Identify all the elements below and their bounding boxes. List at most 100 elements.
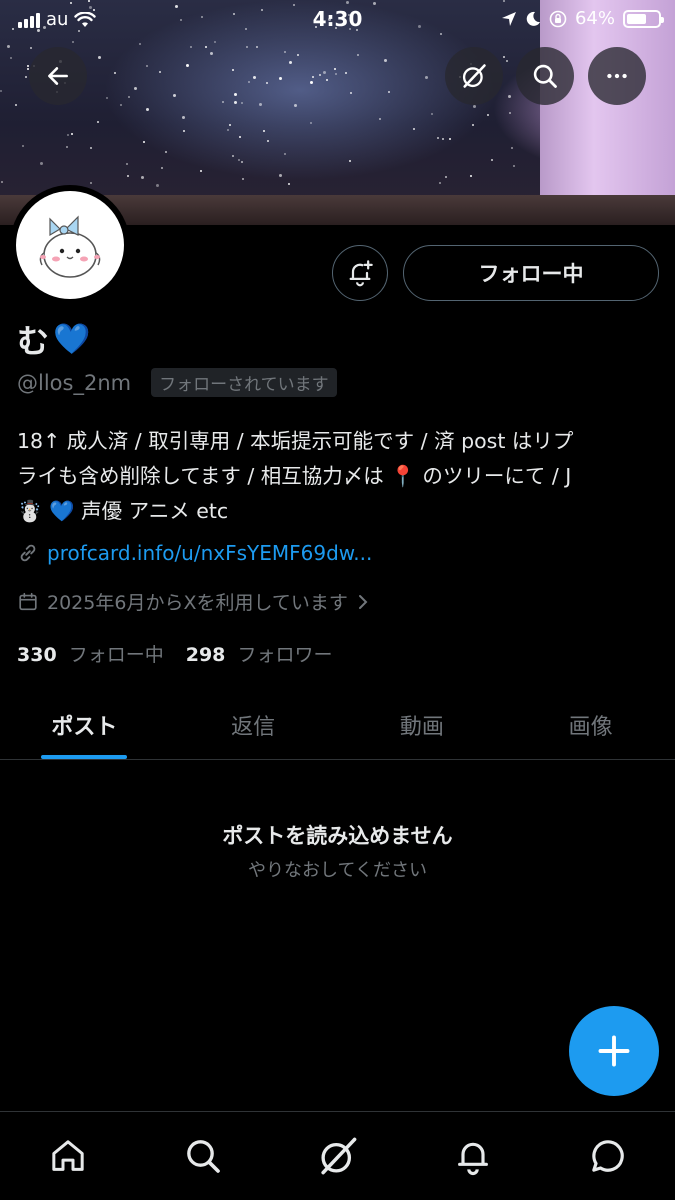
more-button[interactable] bbox=[588, 47, 646, 105]
banner-star bbox=[126, 163, 128, 165]
banner-star bbox=[186, 64, 189, 67]
nav-home[interactable] bbox=[0, 1112, 135, 1200]
following-count: 330 bbox=[17, 644, 57, 666]
followers-count-link[interactable]: 298 フォロワー bbox=[186, 640, 333, 667]
avatar-image bbox=[16, 191, 124, 299]
joined-row[interactable]: 2025年6月からXを利用しています bbox=[17, 588, 370, 615]
banner-star bbox=[210, 52, 213, 55]
banner-star bbox=[146, 65, 148, 67]
profile-link[interactable]: profcard.info/u/nxFsYEMF69dw... bbox=[47, 541, 372, 565]
banner-star bbox=[345, 72, 347, 74]
banner-star bbox=[288, 183, 290, 185]
banner-star bbox=[241, 161, 243, 163]
following-button[interactable]: フォロー中 bbox=[403, 245, 659, 301]
tab-images[interactable]: 画像 bbox=[506, 690, 675, 759]
banner-star bbox=[326, 79, 328, 81]
banner-star bbox=[141, 176, 144, 179]
banner-star bbox=[106, 97, 108, 99]
banner-star bbox=[214, 41, 216, 43]
banner-star bbox=[159, 71, 161, 73]
nav-search[interactable] bbox=[135, 1112, 270, 1200]
banner-star bbox=[239, 136, 241, 138]
banner-star bbox=[449, 138, 451, 140]
banner-star bbox=[114, 72, 116, 74]
tab-videos[interactable]: 動画 bbox=[338, 690, 507, 759]
banner-star bbox=[66, 146, 68, 148]
banner-star bbox=[491, 159, 493, 161]
banner-star bbox=[379, 118, 381, 120]
banner-star bbox=[297, 54, 299, 56]
location-arrow-icon bbox=[501, 11, 516, 26]
banner-star bbox=[242, 178, 244, 180]
followers-count: 298 bbox=[185, 644, 226, 666]
banner-star bbox=[182, 116, 185, 119]
grok-icon bbox=[320, 1137, 356, 1175]
banner-star bbox=[15, 104, 17, 106]
search-icon bbox=[186, 1140, 220, 1173]
banner-star bbox=[146, 108, 149, 111]
notify-button[interactable] bbox=[332, 245, 388, 301]
search-button[interactable] bbox=[516, 47, 574, 105]
banner-star bbox=[156, 184, 159, 187]
banner-star bbox=[335, 73, 337, 75]
tab-posts[interactable]: ポスト bbox=[0, 690, 169, 759]
arrow-left-icon bbox=[48, 67, 68, 85]
banner-star bbox=[238, 159, 240, 161]
status-right: 64% bbox=[501, 8, 664, 29]
nav-messages[interactable] bbox=[540, 1112, 675, 1200]
banner-star bbox=[173, 94, 176, 97]
profile-handle: @llos_2nm bbox=[17, 370, 132, 395]
banner-star bbox=[248, 81, 250, 83]
empty-state-subtitle[interactable]: やりなおしてください bbox=[0, 856, 675, 882]
banner-star bbox=[165, 151, 167, 153]
joined-date: 2025年6月からXを利用しています bbox=[47, 592, 348, 614]
nav-grok[interactable] bbox=[270, 1112, 405, 1200]
search-icon bbox=[533, 64, 557, 88]
profile-link-row[interactable]: profcard.info/u/nxFsYEMF69dw... bbox=[17, 541, 372, 565]
tab-replies[interactable]: 返信 bbox=[169, 690, 338, 759]
nav-notifications[interactable] bbox=[405, 1112, 540, 1200]
followers-label: フォロワー bbox=[237, 644, 333, 666]
banner-star bbox=[442, 138, 444, 140]
banner-star bbox=[388, 91, 390, 93]
banner-star bbox=[319, 74, 321, 76]
banner-star bbox=[229, 124, 231, 126]
banner-star bbox=[127, 175, 129, 177]
following-count-link[interactable]: 330 フォロー中 bbox=[17, 640, 164, 667]
banner-star bbox=[134, 87, 137, 90]
profile-name-text: む bbox=[17, 322, 50, 360]
grok-button[interactable] bbox=[445, 47, 503, 105]
banner-star bbox=[90, 182, 92, 184]
banner-star bbox=[279, 174, 282, 177]
banner-star bbox=[266, 82, 268, 84]
banner-star bbox=[511, 147, 513, 149]
empty-state: ポストを読み込めません やりなおしてください bbox=[0, 820, 675, 882]
banner-star bbox=[161, 167, 163, 169]
battery-percent: 64% bbox=[574, 8, 615, 29]
chevron-right-icon bbox=[358, 594, 368, 609]
banner-star bbox=[7, 45, 10, 48]
banner-star bbox=[234, 101, 237, 104]
banner-star bbox=[256, 46, 258, 48]
banner-star bbox=[40, 162, 43, 165]
banner-star bbox=[234, 93, 237, 96]
banner-star bbox=[310, 122, 312, 124]
avatar[interactable] bbox=[10, 185, 130, 305]
link-icon bbox=[20, 544, 36, 562]
banner-star bbox=[323, 71, 326, 74]
banner-star bbox=[267, 140, 269, 142]
banner-star bbox=[284, 51, 286, 53]
banner-star bbox=[503, 56, 505, 58]
banner-star bbox=[98, 56, 101, 59]
bio-line: ☃️ 💙 声優 アニメ etc bbox=[17, 499, 229, 523]
profile-tabs: ポスト 返信 動画 画像 bbox=[0, 690, 675, 760]
home-icon bbox=[51, 1140, 84, 1171]
banner-star bbox=[506, 60, 508, 62]
compose-button[interactable] bbox=[569, 1006, 659, 1096]
follow-counts: 330 フォロー中 298 フォロワー bbox=[17, 640, 332, 667]
banner-star bbox=[263, 130, 265, 132]
banner-star bbox=[72, 41, 74, 43]
back-button[interactable] bbox=[29, 47, 87, 105]
banner-star bbox=[473, 105, 476, 108]
banner-star bbox=[232, 69, 234, 71]
